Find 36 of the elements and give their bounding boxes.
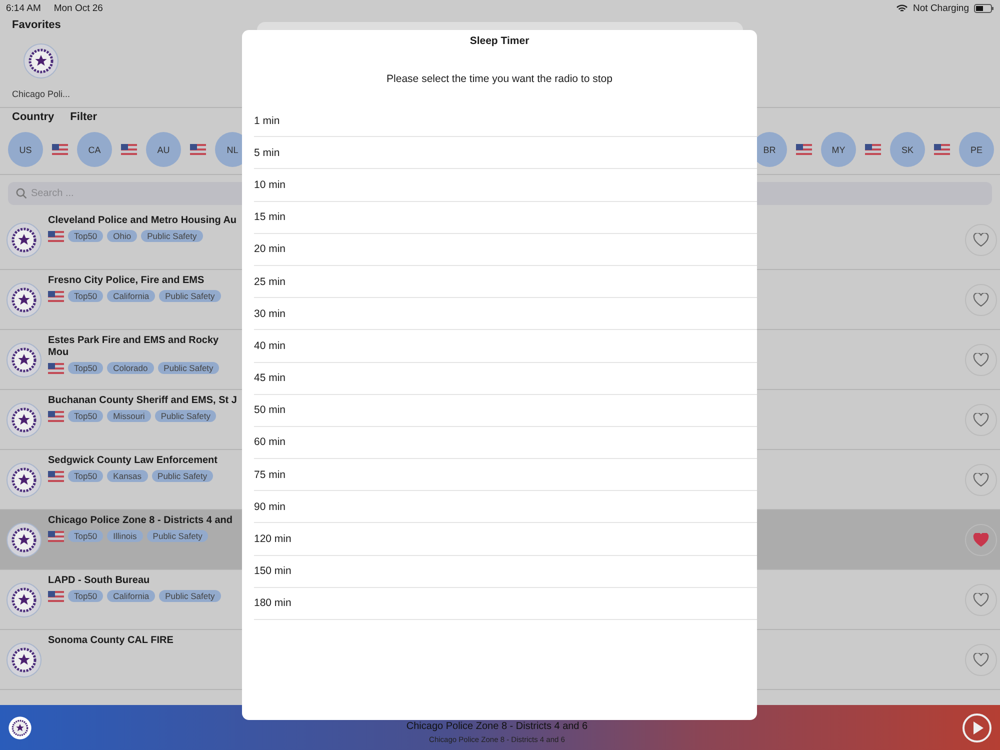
favorites-heading: Favorites bbox=[12, 19, 61, 33]
tag: Public Safety bbox=[141, 230, 203, 242]
tag: Colorado bbox=[107, 362, 154, 374]
station-name: LAPD - South Bureau bbox=[48, 575, 151, 587]
tag: Top50 bbox=[68, 470, 104, 482]
tag: Kansas bbox=[107, 470, 148, 482]
tag: Missouri bbox=[107, 410, 151, 422]
tag: Public Safety bbox=[158, 362, 220, 374]
dialog-title: Sleep Timer bbox=[468, 34, 530, 47]
tag: Public Safety bbox=[159, 590, 221, 602]
tag: Public Safety bbox=[154, 410, 216, 422]
station-name: Fresno City Police, Fire and EMS bbox=[48, 275, 206, 287]
tag: Public Safety bbox=[146, 530, 208, 542]
station-name: Sonoma County CAL FIRE bbox=[48, 635, 174, 647]
tag: Top50 bbox=[68, 530, 104, 542]
station-name: Estes Park Fire and EMS and Rocky Mou bbox=[48, 335, 220, 359]
tag: Public Safety bbox=[159, 290, 221, 302]
station-name: Chicago Police Zone 8 - Districts 4 and bbox=[48, 515, 234, 527]
tag: Public Safety bbox=[152, 470, 214, 482]
battery-status: Not Charging bbox=[913, 2, 969, 14]
tag: Top50 bbox=[68, 230, 104, 242]
tag: California bbox=[107, 290, 156, 302]
tag: Top50 bbox=[68, 362, 104, 374]
station-name: Cleveland Police and Metro Housing Au bbox=[48, 215, 238, 227]
tag: California bbox=[107, 590, 156, 602]
station-name: Sedgwick County Law Enforcement bbox=[48, 455, 218, 467]
tag: Top50 bbox=[68, 590, 104, 602]
tag: Top50 bbox=[68, 290, 104, 302]
status-date: Mon Oct 26 bbox=[54, 2, 103, 14]
status-time: 6:14 AM bbox=[6, 2, 41, 14]
tag: Top50 bbox=[68, 410, 104, 422]
now-playing-title: Chicago Police Zone 8 - Districts 4 and 6 bbox=[406, 721, 588, 732]
station-name: Buchanan County Sheriff and EMS, St J bbox=[48, 395, 238, 407]
dialog-message: Please select the time you want the radio to stop bbox=[386, 73, 614, 85]
tag: Illinois bbox=[107, 530, 143, 542]
tag: Ohio bbox=[107, 230, 138, 242]
